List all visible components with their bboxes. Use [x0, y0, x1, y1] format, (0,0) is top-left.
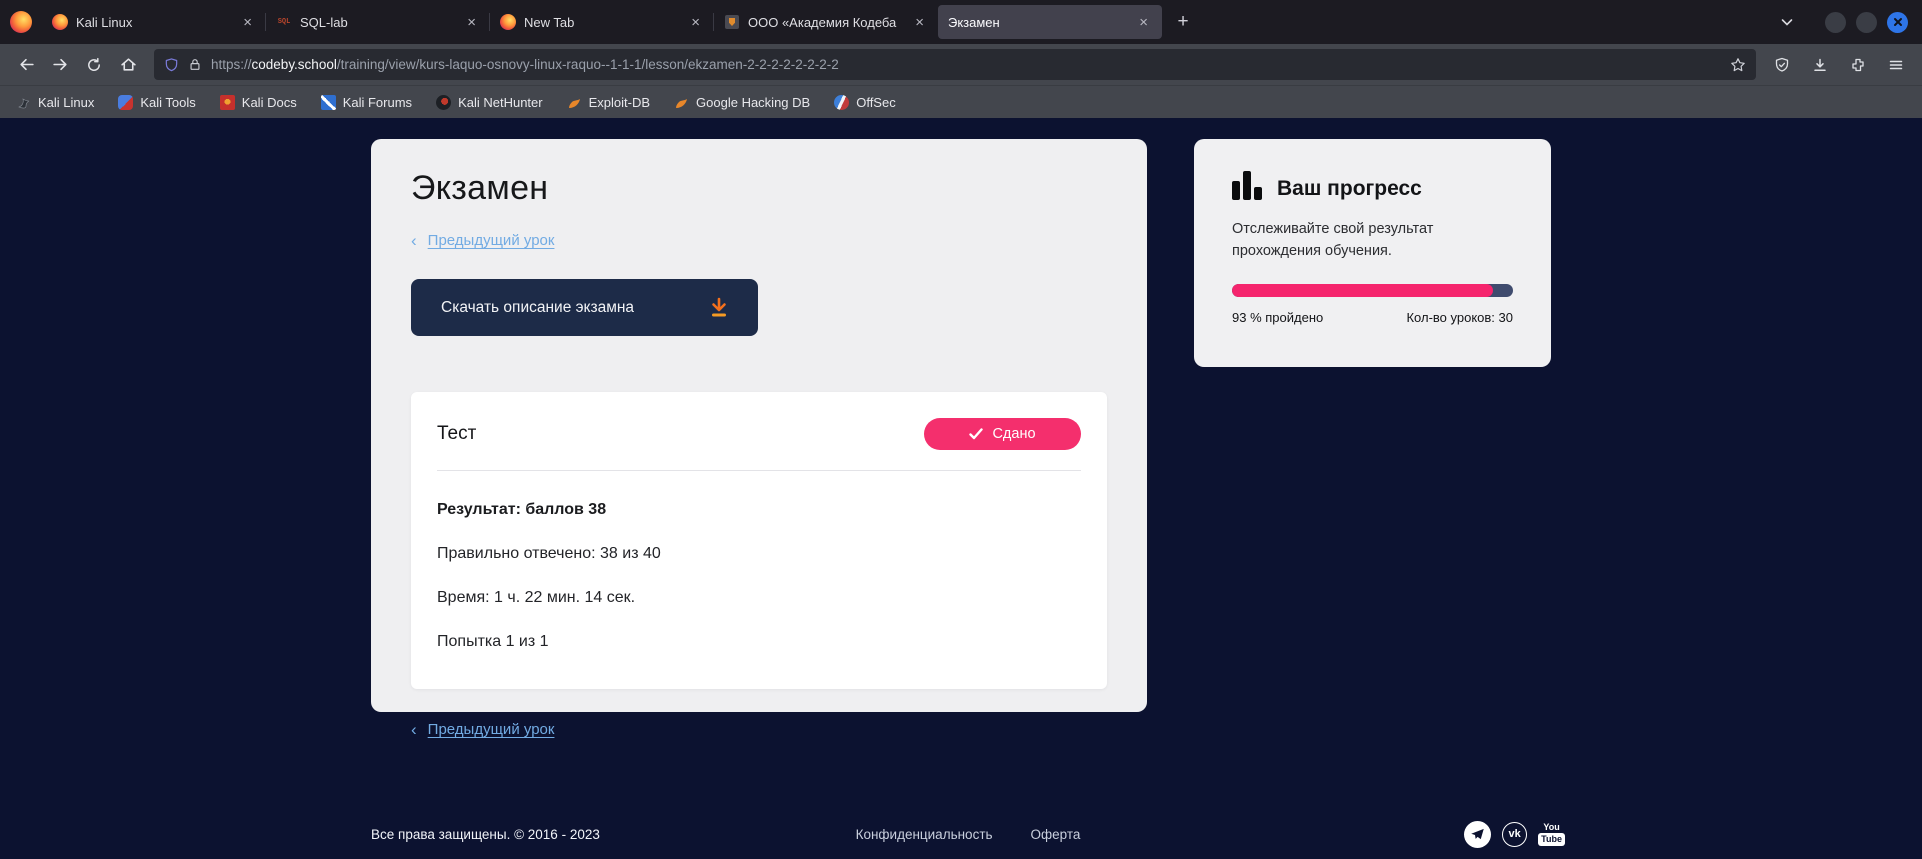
url-text: https://codeby.school/training/view/kurs… — [211, 57, 1721, 72]
exploit-db-bird-icon — [567, 95, 582, 110]
test-title: Тест — [437, 423, 476, 445]
test-result-card: Тест Сдано Результат: баллов 38 Правильн… — [411, 392, 1107, 689]
page-footer: Все права защищены. © 2016 - 2023 Конфид… — [371, 812, 1565, 856]
window-close-button[interactable] — [1887, 12, 1908, 33]
bookmark-kali-docs[interactable]: Kali Docs — [220, 95, 297, 110]
bookmark-star-icon[interactable] — [1730, 57, 1746, 73]
tab-title: ООО «Академия Кодеба — [748, 15, 903, 30]
telegram-icon[interactable] — [1464, 821, 1491, 848]
tab-akademiya[interactable]: ООО «Академия Кодеба × — [714, 5, 938, 39]
url-bar[interactable]: https://codeby.school/training/view/kurs… — [154, 49, 1756, 80]
firefox-favicon-icon — [500, 14, 516, 30]
tab-new-tab[interactable]: New Tab × — [490, 5, 714, 39]
result-correct-line: Правильно отвечено: 38 из 40 — [437, 545, 1081, 563]
bookmarks-toolbar: Kali Linux Kali Tools Kali Docs Kali For… — [0, 85, 1922, 118]
protections-shield-check-icon[interactable] — [1766, 50, 1798, 80]
bookmark-kali-linux[interactable]: Kali Linux — [16, 95, 94, 110]
tab-close-icon[interactable]: × — [687, 13, 704, 32]
offer-link[interactable]: Оферта — [1031, 827, 1081, 842]
firefox-favicon-icon — [52, 14, 68, 30]
window-minimize-button[interactable] — [1825, 12, 1846, 33]
home-button[interactable] — [112, 50, 144, 80]
vk-icon[interactable]: vk — [1502, 822, 1527, 847]
divider — [437, 470, 1081, 471]
kali-forums-icon — [321, 95, 336, 110]
progress-bar — [1232, 284, 1513, 297]
prev-lesson-link-top[interactable]: ‹ Предыдущий урок — [411, 232, 1107, 249]
tab-title: SQL-lab — [300, 15, 455, 30]
bar-chart-icon — [1232, 171, 1262, 201]
page-viewport: Экзамен ‹ Предыдущий урок Скачать описан… — [0, 118, 1922, 859]
passed-status-badge: Сдано — [924, 418, 1081, 450]
shield-favicon-icon — [724, 14, 740, 30]
tab-ekzamen-active[interactable]: Экзамен × — [938, 5, 1162, 39]
tab-close-icon[interactable]: × — [463, 13, 480, 32]
download-arrow-icon — [706, 295, 732, 321]
back-button[interactable] — [10, 50, 42, 80]
youtube-icon[interactable]: You Tube — [1538, 823, 1565, 846]
sql-favicon-icon: SQL — [276, 14, 292, 30]
downloads-icon[interactable] — [1804, 50, 1836, 80]
copyright-text: Все права защищены. © 2016 - 2023 — [371, 827, 856, 842]
browser-nav-toolbar: https://codeby.school/training/view/kurs… — [0, 44, 1922, 85]
progress-fill — [1232, 284, 1493, 297]
progress-percent-label: 93 % пройдено — [1232, 310, 1323, 325]
offsec-icon — [834, 95, 849, 110]
forward-button[interactable] — [44, 50, 76, 80]
bookmark-kali-nethunter[interactable]: Kali NetHunter — [436, 95, 543, 110]
page-title: Экзамен — [411, 169, 1107, 208]
reload-button[interactable] — [78, 50, 110, 80]
tab-sql-lab[interactable]: SQL SQL-lab × — [266, 5, 490, 39]
tracking-protection-shield-icon[interactable] — [164, 57, 179, 73]
progress-title: Ваш прогресс — [1277, 177, 1422, 201]
result-attempt-line: Попытка 1 из 1 — [437, 633, 1081, 651]
bookmark-kali-tools[interactable]: Kali Tools — [118, 95, 195, 110]
tab-title: Экзамен — [948, 15, 1127, 30]
kali-tools-icon — [118, 95, 133, 110]
bookmark-google-hacking-db[interactable]: Google Hacking DB — [674, 95, 810, 110]
result-time-line: Время: 1 ч. 22 мин. 14 сек. — [437, 589, 1081, 607]
privacy-link[interactable]: Конфиденциальность — [856, 827, 993, 842]
tab-kali-linux[interactable]: Kali Linux × — [42, 5, 266, 39]
result-score-line: Результат: баллов 38 — [437, 501, 1081, 519]
prev-lesson-link-bottom[interactable]: ‹ Предыдущий урок — [411, 721, 1107, 738]
check-icon — [969, 428, 983, 440]
chevron-left-icon: ‹ — [411, 721, 417, 738]
tab-close-icon[interactable]: × — [239, 13, 256, 32]
browser-tab-bar: Kali Linux × SQL SQL-lab × New Tab × ООО… — [0, 0, 1922, 44]
bookmark-offsec[interactable]: OffSec — [834, 95, 896, 110]
window-maximize-button[interactable] — [1856, 12, 1877, 33]
download-exam-description-button[interactable]: Скачать описание экзамна — [411, 279, 758, 336]
exam-card: Экзамен ‹ Предыдущий урок Скачать описан… — [371, 139, 1147, 712]
tab-title: New Tab — [524, 15, 679, 30]
kali-nethunter-icon — [436, 95, 451, 110]
bookmark-exploit-db[interactable]: Exploit-DB — [567, 95, 650, 110]
tab-close-icon[interactable]: × — [911, 13, 928, 32]
kali-docs-icon — [220, 95, 235, 110]
progress-description: Отслеживайте свой результат прохождения … — [1232, 219, 1484, 263]
kali-dragon-icon — [16, 95, 31, 110]
progress-card: Ваш прогресс Отслеживайте свой результат… — [1194, 139, 1551, 367]
tab-close-icon[interactable]: × — [1135, 13, 1152, 32]
window-controls — [1825, 12, 1908, 33]
list-all-tabs-chevron-icon[interactable] — [1779, 14, 1795, 30]
chevron-left-icon: ‹ — [411, 232, 417, 249]
progress-lessons-count: Кол-во уроков: 30 — [1406, 310, 1513, 325]
menu-hamburger-icon[interactable] — [1880, 50, 1912, 80]
tab-title: Kali Linux — [76, 15, 231, 30]
bookmark-kali-forums[interactable]: Kali Forums — [321, 95, 412, 110]
lock-icon[interactable] — [188, 57, 202, 72]
google-hacking-db-bird-icon — [674, 95, 689, 110]
extensions-puzzle-icon[interactable] — [1842, 50, 1874, 80]
firefox-logo-icon — [10, 11, 32, 33]
new-tab-button[interactable]: + — [1168, 7, 1198, 37]
